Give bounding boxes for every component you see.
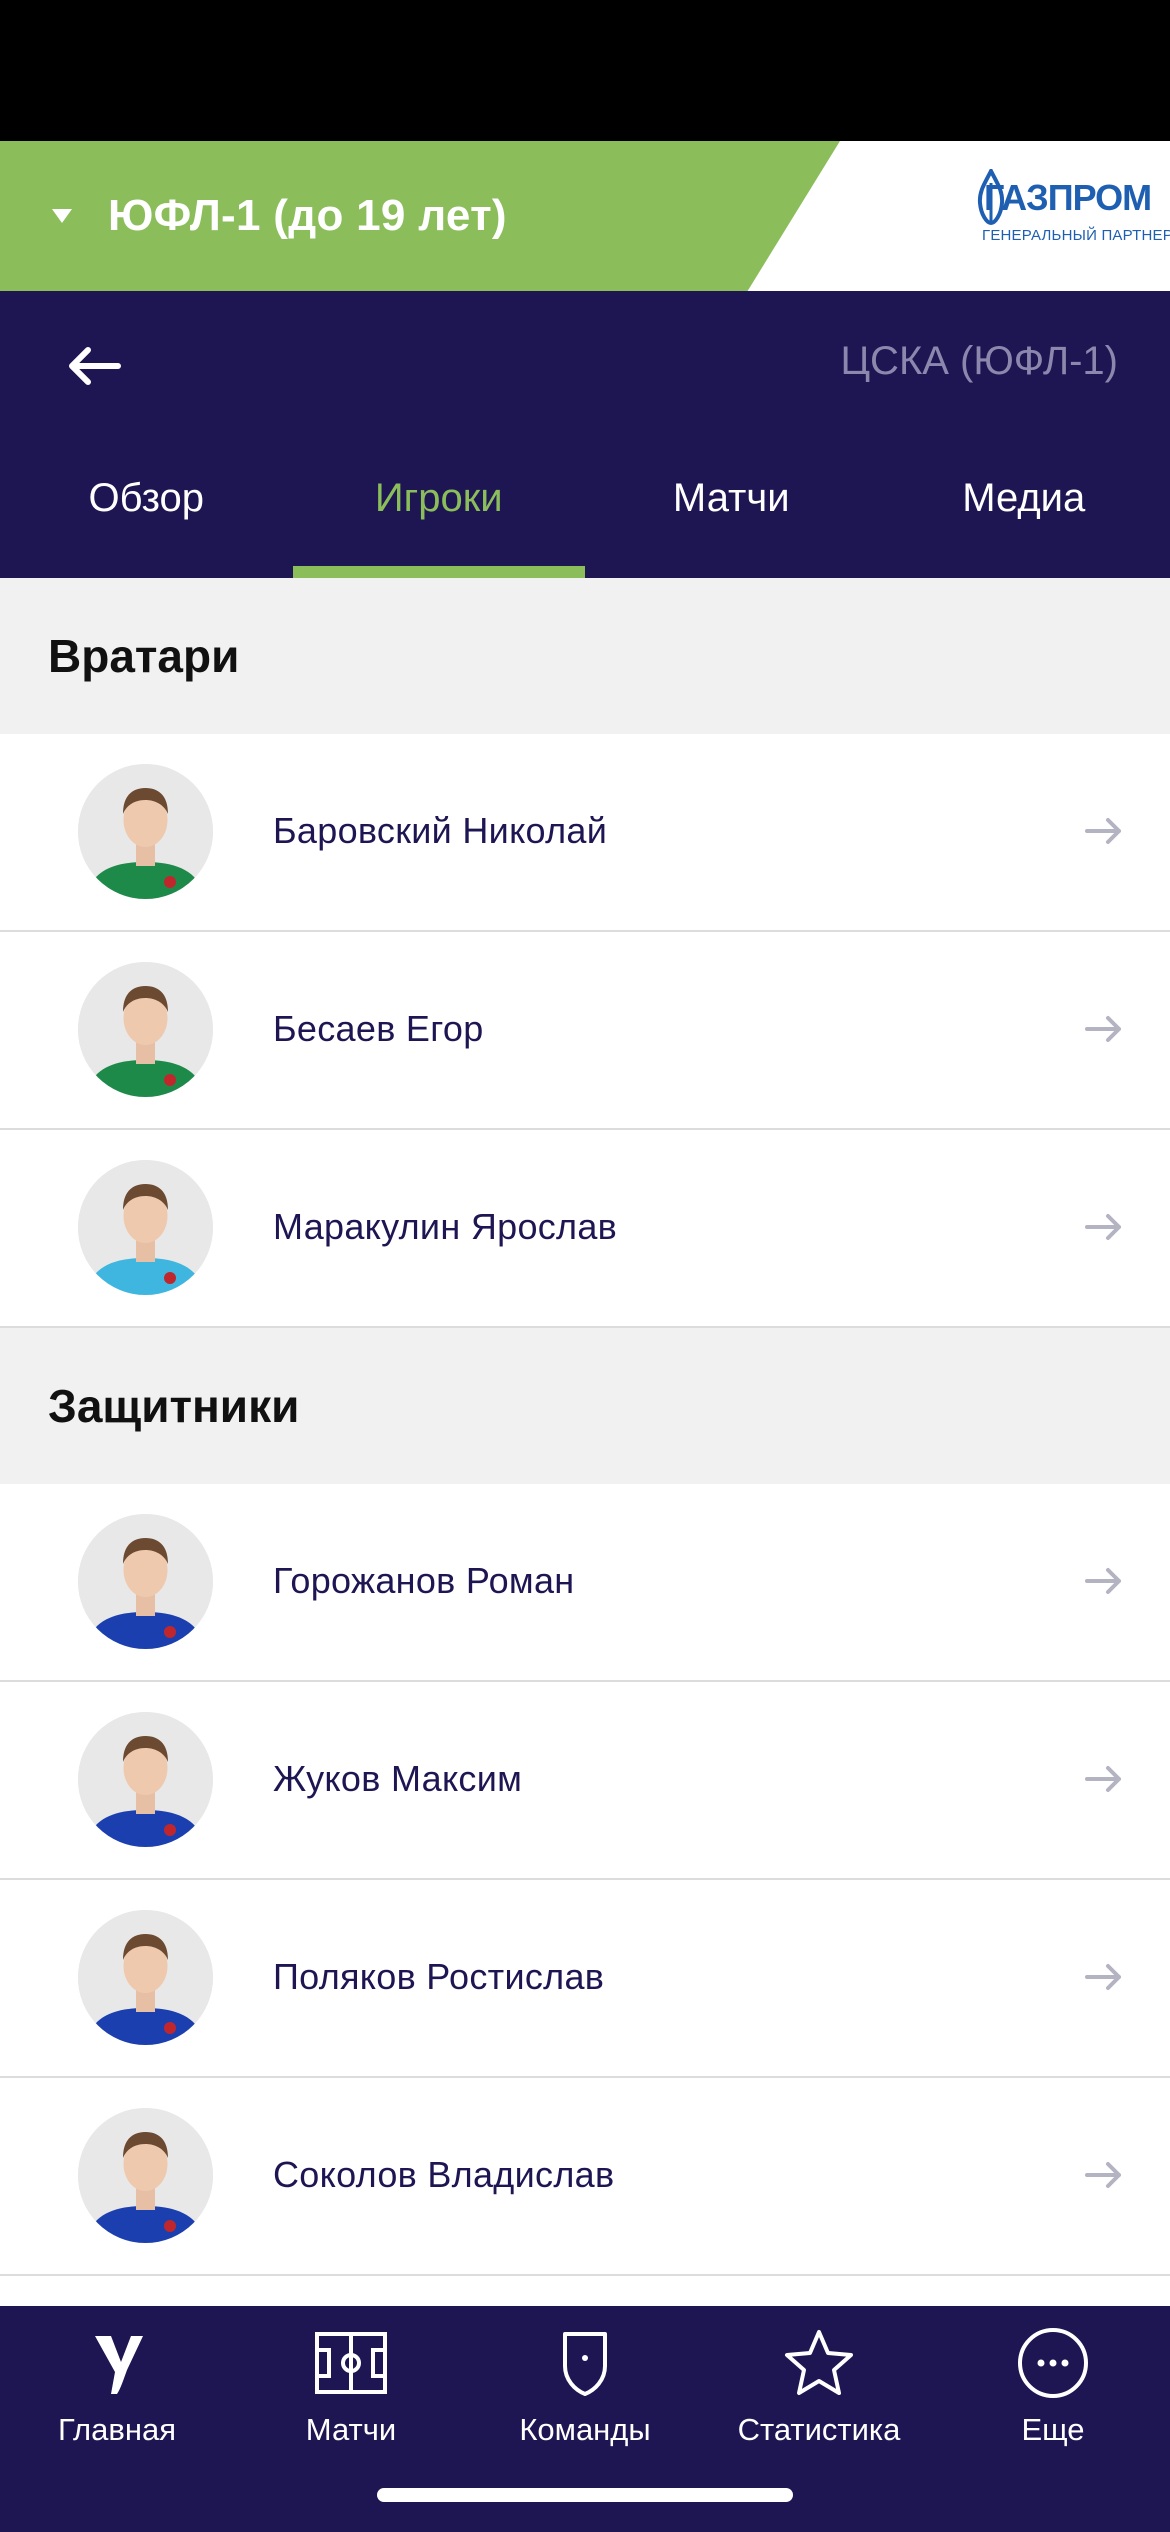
player-row[interactable]: Поляков Ростислав [0,1880,1170,2078]
tab-bar: Обзор Игроки Матчи Медиа [0,436,1170,578]
status-bar [0,0,1170,141]
player-row[interactable]: Горожанов Роман [0,1484,1170,1682]
back-button[interactable] [60,331,140,401]
arrow-right-icon [1085,1964,1121,1990]
player-name: Маракулин Ярослав [273,1206,618,1247]
player-name: Бесаев Егор [273,1008,484,1049]
league-selector[interactable]: ЮФЛ-1 (до 19 лет) [0,141,760,291]
nav-home[interactable]: Главная [0,2306,234,2456]
avatar [78,1514,213,1649]
team-header: ЦСКА (ЮФЛ-1) Обзор Игроки Матчи Медиа [0,291,1170,578]
app-screen: ЮФЛ-1 (до 19 лет) ГАЗПРОМ ГЕНЕРАЛЬНЫЙ ПА… [0,0,1170,2532]
nav-matches[interactable]: Матчи [234,2306,468,2456]
player-name: Горожанов Роман [273,1560,575,1601]
nav-more[interactable]: Еще [936,2306,1170,2456]
nav-label: Главная [58,2412,176,2447]
player-name: Баровский Николай [273,810,608,851]
player-row[interactable]: Маракулин Ярослав [0,1130,1170,1328]
team-name: ЦСКА (ЮФЛ-1) [840,339,1118,383]
shield-icon [563,2332,607,2396]
home-indicator[interactable] [377,2488,793,2502]
avatar [78,1910,213,2045]
nav-teams[interactable]: Команды [468,2306,702,2456]
arrow-right-icon [1085,1016,1121,1042]
arrow-right-icon [1085,2162,1121,2188]
nav-label: Еще [1021,2412,1085,2447]
player-row[interactable]: Баровский Николай [0,734,1170,932]
player-name: Жуков Максим [273,1758,523,1799]
section-header: Вратари [0,578,1170,734]
players-list[interactable]: Вратари Баровский Николай Бесаев Егор Марак… [0,578,1170,2306]
nav-label: Команды [519,2412,651,2447]
home-logo-icon [95,2336,143,2394]
avatar [78,764,213,899]
arrow-left-icon [69,347,121,385]
caret-down-icon [52,209,72,223]
player-row[interactable]: Жуков Максим [0,1682,1170,1880]
field-icon [315,2332,387,2394]
tab-media[interactable]: Медиа [878,436,1170,578]
sponsor-subtitle: ГЕНЕРАЛЬНЫЙ ПАРТНЕР [982,227,1170,244]
avatar [78,962,213,1097]
player-row[interactable]: Бесаев Егор [0,932,1170,1130]
star-icon [785,2330,853,2395]
player-row[interactable]: Соколов Владислав [0,2078,1170,2276]
tab-label: Игроки [374,476,503,520]
sponsor-name: ГАЗПРОМ [984,177,1152,218]
nav-label: Статистика [737,2412,901,2447]
arrow-right-icon [1085,1766,1121,1792]
player-name: Соколов Владислав [273,2154,615,2195]
tab-players[interactable]: Игроки [292,436,586,578]
tab-label: Медиа [962,476,1086,520]
league-title: ЮФЛ-1 (до 19 лет) [108,191,507,240]
arrow-right-icon [1085,1568,1121,1594]
league-bar: ЮФЛ-1 (до 19 лет) ГАЗПРОМ ГЕНЕРАЛЬНЫЙ ПА… [0,141,1170,291]
player-name: Поляков Ростислав [273,1956,605,1997]
arrow-right-icon [1085,1214,1121,1240]
nav-statistics[interactable]: Статистика [702,2306,936,2456]
tab-matches[interactable]: Матчи [585,436,878,578]
tab-overview[interactable]: Обзор [0,436,293,578]
arrow-right-icon [1085,818,1121,844]
avatar [78,1712,213,1847]
more-icon [1018,2328,1088,2398]
nav-label: Матчи [305,2412,397,2447]
sponsor-logo[interactable]: ГАЗПРОМ ГЕНЕРАЛЬНЫЙ ПАРТНЕР [976,169,1170,263]
avatar [78,1160,213,1295]
section-header: Защитники [0,1328,1170,1484]
tab-label: Обзор [88,476,205,520]
avatar [78,2108,213,2243]
tab-label: Матчи [672,476,790,520]
